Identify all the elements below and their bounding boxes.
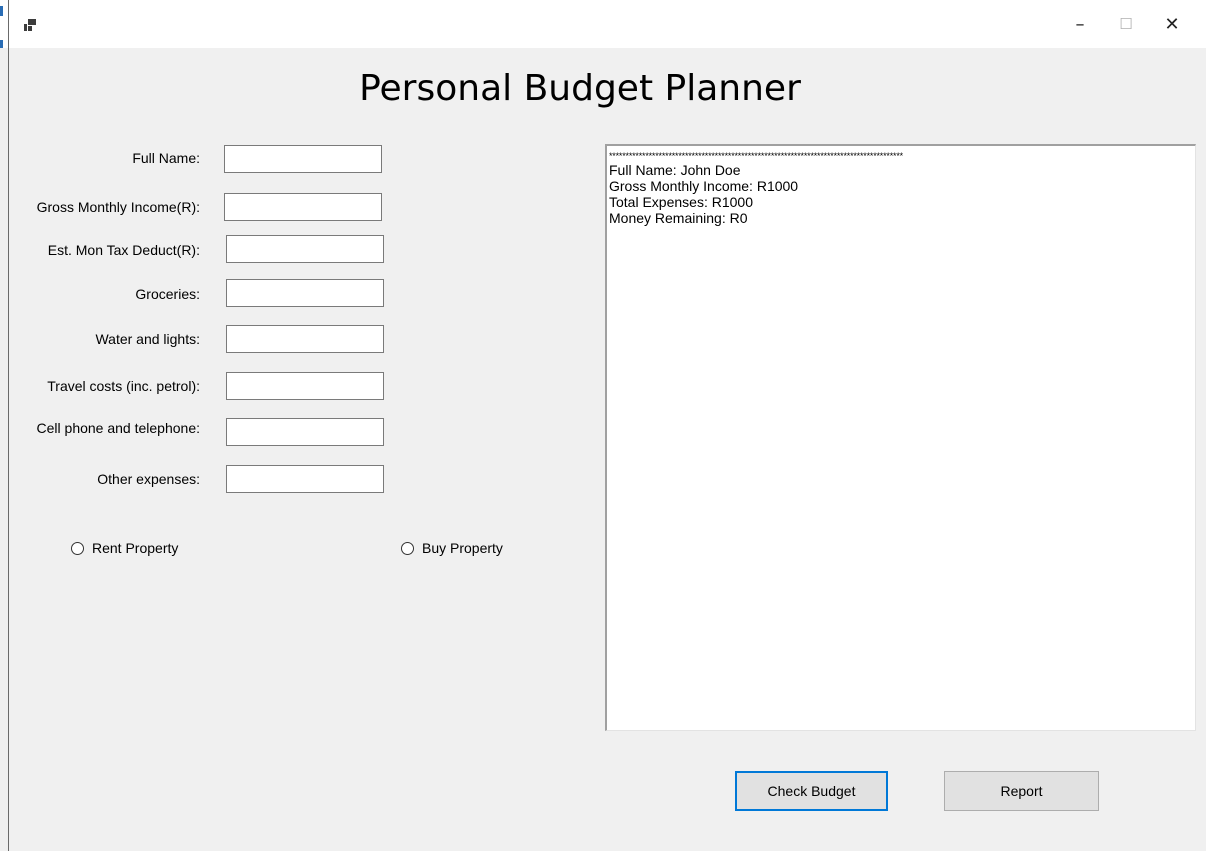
gross-income-label: Gross Monthly Income(R): (36, 199, 200, 215)
groceries-label: Groceries: (135, 286, 200, 302)
output-total-expenses: Total Expenses: R1000 (609, 194, 753, 210)
separator-line: ****************************************… (609, 151, 903, 161)
cell-phone-label: Cell phone and telephone: (36, 420, 200, 436)
page-title: Personal Budget Planner (359, 68, 801, 109)
water-lights-input[interactable] (226, 325, 384, 353)
maximize-button[interactable]: ☐ (1103, 0, 1149, 48)
window-edge-marker (0, 40, 3, 48)
output-gross-income: Gross Monthly Income: R1000 (609, 178, 799, 194)
window-edge-marker (0, 6, 3, 16)
full-name-label: Full Name: (132, 150, 200, 166)
other-expenses-label: Other expenses: (97, 471, 200, 487)
app-icon (24, 19, 38, 31)
radio-circle-icon[interactable] (71, 541, 84, 555)
water-lights-label: Water and lights: (95, 331, 200, 347)
radio-circle-icon[interactable] (401, 541, 414, 555)
rent-property-label: Rent Property (92, 540, 179, 556)
close-button[interactable]: ✕ (1149, 0, 1195, 48)
output-money-remaining: Money Remaining: R0 (609, 210, 748, 226)
check-budget-button[interactable]: Check Budget (735, 771, 888, 811)
window-left-edge (8, 0, 9, 851)
rent-property-radio[interactable]: Rent Property (71, 540, 178, 556)
buy-property-label: Buy Property (422, 540, 503, 556)
gross-income-input[interactable] (224, 193, 382, 221)
minimize-button[interactable]: – (1057, 0, 1103, 48)
cell-phone-input[interactable] (226, 418, 384, 446)
window-titlebar: – ☐ ✕ (0, 0, 1206, 48)
travel-costs-input[interactable] (226, 372, 384, 400)
groceries-input[interactable] (226, 279, 384, 307)
output-full-name: Full Name: John Doe (609, 162, 741, 178)
travel-costs-label: Travel costs (inc. petrol): (47, 378, 200, 394)
full-name-input[interactable] (224, 145, 382, 173)
report-output-box[interactable]: ****************************************… (605, 144, 1196, 731)
tax-deduct-label: Est. Mon Tax Deduct(R): (47, 242, 200, 258)
other-expenses-input[interactable] (226, 465, 384, 493)
report-button[interactable]: Report (944, 771, 1099, 811)
buy-property-radio[interactable]: Buy Property (401, 540, 503, 556)
tax-deduct-input[interactable] (226, 235, 384, 263)
